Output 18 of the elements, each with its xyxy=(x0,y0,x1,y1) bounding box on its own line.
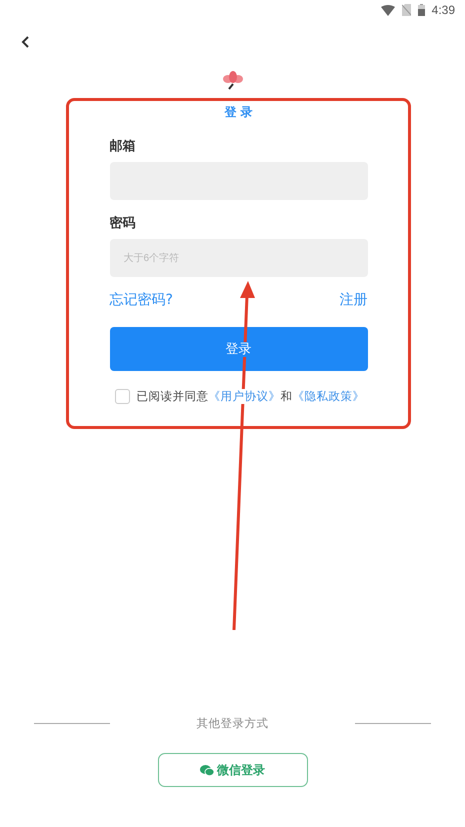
field-label: 密码 xyxy=(110,214,136,232)
forgot-password-link[interactable]: 忘记密码? xyxy=(110,291,173,309)
chevron-left-icon xyxy=(20,35,30,49)
no-sim-icon xyxy=(402,4,411,16)
clock-time: 4:39 xyxy=(432,3,455,17)
field-label: 邮箱 xyxy=(110,138,136,155)
wechat-login-button[interactable]: 微信登录 xyxy=(158,753,308,787)
login-title: 登 录 xyxy=(224,104,253,121)
user-agreement-link[interactable]: 《用户协议》 xyxy=(208,389,280,403)
wifi-icon xyxy=(380,4,395,16)
battery-icon xyxy=(418,4,425,16)
chat-bubbles-icon xyxy=(200,764,214,776)
agreement-checkbox[interactable] xyxy=(114,389,130,404)
privacy-policy-link[interactable]: 《隐私政策》 xyxy=(292,389,364,403)
flower-logo-icon xyxy=(222,70,244,90)
register-link[interactable]: 注册 xyxy=(340,291,368,309)
other-login-label: 其他登录方式 xyxy=(196,716,268,731)
login-button[interactable]: 登录 xyxy=(110,327,368,371)
